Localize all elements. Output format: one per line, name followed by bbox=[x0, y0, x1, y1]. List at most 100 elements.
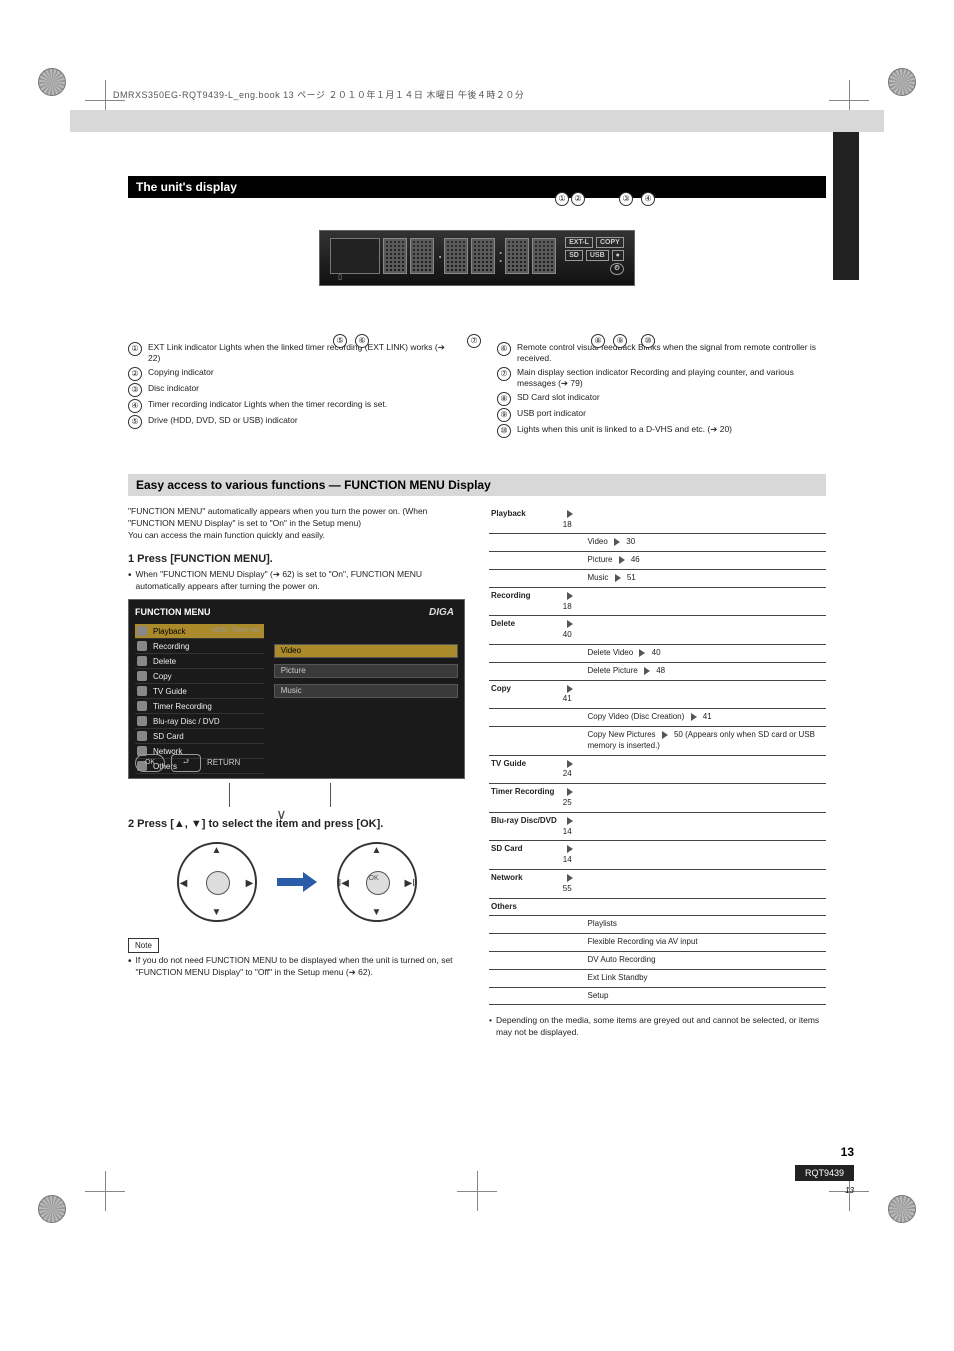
menu-item-sublabel: HDD: Timer rec. bbox=[191, 626, 262, 636]
disc-icon: ● bbox=[612, 250, 624, 261]
fm-key: TV Guide bbox=[489, 755, 561, 784]
final-note: Depending on the media, some items are g… bbox=[496, 1015, 826, 1039]
table-row: Copy Video (Disc Creation) 41 bbox=[489, 709, 826, 727]
table-row: Playback18 bbox=[489, 506, 826, 534]
menu-item-icon bbox=[137, 731, 147, 741]
fm-value bbox=[586, 506, 827, 534]
direction-pad-before: ▲ ▼ ◀ ▶ bbox=[177, 842, 257, 922]
fm-value bbox=[586, 755, 827, 784]
step2-note: If you do not need FUNCTION MENU to be d… bbox=[136, 955, 465, 979]
print-rosette bbox=[38, 1195, 66, 1223]
left-column: "FUNCTION MENU" automatically appears wh… bbox=[128, 506, 465, 1039]
fm-value: Picture 46 bbox=[586, 552, 827, 570]
page-root: DMRXS350EG-RQT9439-L_eng.book 13 ページ ２０１… bbox=[0, 0, 954, 1351]
fm-pageref: 18 bbox=[561, 587, 586, 616]
fm-key: Others bbox=[489, 898, 561, 916]
right-column: Playback18Video 30Picture 46Music 51Reco… bbox=[489, 506, 826, 1039]
menu-item[interactable]: Delete bbox=[135, 654, 264, 669]
fm-value: Copy Video (Disc Creation) 41 bbox=[586, 709, 827, 727]
table-row: Blu-ray Disc/DVD14 bbox=[489, 812, 826, 841]
up-arrow-icon: ▲ bbox=[372, 844, 382, 858]
table-row: Playlists bbox=[489, 916, 826, 934]
menu-option[interactable]: Picture bbox=[274, 664, 458, 678]
menu-item[interactable]: TV Guide bbox=[135, 684, 264, 699]
section-heading-functionmenu: Easy access to various functions — FUNCT… bbox=[128, 474, 826, 496]
menu-item-icon bbox=[137, 656, 147, 666]
menu-item[interactable]: Recording bbox=[135, 639, 264, 654]
menu-item[interactable]: Playback HDD: Timer rec. bbox=[135, 624, 264, 639]
diga-logo: DIGA bbox=[429, 606, 454, 620]
fm-key bbox=[489, 969, 561, 987]
fm-key: SD Card bbox=[489, 841, 561, 870]
table-row: Delete Picture 48 bbox=[489, 662, 826, 680]
left-arrow-icon: ◀ bbox=[179, 877, 189, 891]
file-stamp: DMRXS350EG-RQT9439-L_eng.book 13 ページ ２０１… bbox=[113, 88, 524, 101]
return-hint-label: RETURN bbox=[207, 757, 240, 768]
fm-value: Playlists bbox=[586, 916, 827, 934]
menu-item[interactable]: Timer Recording bbox=[135, 699, 264, 714]
fm-value: DV Auto Recording bbox=[586, 951, 827, 969]
table-row: TV Guide24 bbox=[489, 755, 826, 784]
fm-key: Playback bbox=[489, 506, 561, 534]
print-rosette bbox=[38, 68, 66, 96]
fm-pageref: 55 bbox=[561, 870, 586, 899]
fm-value bbox=[586, 898, 827, 916]
side-tab bbox=[833, 132, 859, 280]
down-arrow-icon: ▼ bbox=[372, 906, 382, 920]
sd-label: SD bbox=[565, 250, 583, 261]
table-row: Picture 46 bbox=[489, 552, 826, 570]
crop-mark bbox=[457, 1171, 497, 1211]
header-band bbox=[70, 110, 884, 132]
drive-indicator-box bbox=[330, 238, 380, 274]
copy-label: COPY bbox=[596, 237, 624, 248]
menu-option[interactable]: Music bbox=[274, 684, 458, 698]
fm-value bbox=[586, 680, 827, 709]
remote-feedback-icon: ▯ bbox=[338, 273, 342, 281]
function-menu-screenshot: FUNCTION MENU DIGA Playback HDD: Timer re… bbox=[128, 599, 465, 779]
legend-columns: ①EXT Link indicator Lights when the link… bbox=[128, 342, 826, 440]
fm-pageref: 18 bbox=[561, 506, 586, 534]
ok-label: OK bbox=[369, 874, 379, 884]
fm-key: Network bbox=[489, 870, 561, 899]
fm-value bbox=[586, 841, 827, 870]
menu-item-icon bbox=[137, 626, 147, 636]
table-row: Music 51 bbox=[489, 570, 826, 588]
fm-key bbox=[489, 662, 561, 680]
fm-value bbox=[586, 616, 827, 645]
main-two-columns: "FUNCTION MENU" automatically appears wh… bbox=[128, 506, 826, 1039]
menu-title: FUNCTION MENU bbox=[135, 606, 458, 619]
menu-item-icon bbox=[137, 701, 147, 711]
segment-digit bbox=[383, 238, 407, 274]
fm-key: Blu-ray Disc/DVD bbox=[489, 812, 561, 841]
print-rosette bbox=[888, 1195, 916, 1223]
fm-value: Video 30 bbox=[586, 534, 827, 552]
return-hint-icon: ⮐ bbox=[171, 754, 201, 772]
ok-hint-icon: OK bbox=[135, 754, 165, 772]
segment-digit bbox=[410, 238, 434, 274]
page-number: 13 bbox=[841, 1145, 854, 1159]
fm-key bbox=[489, 916, 561, 934]
legend-right: ⑥Remote control visual feedback Blinks w… bbox=[497, 342, 826, 440]
table-row: Flexible Recording via AV input bbox=[489, 934, 826, 952]
fm-pageref: 40 bbox=[561, 616, 586, 645]
fm-value bbox=[586, 784, 827, 813]
function-menu-table: Playback18Video 30Picture 46Music 51Reco… bbox=[489, 506, 826, 1006]
menu-item-icon bbox=[137, 686, 147, 696]
menu-item-icon bbox=[137, 716, 147, 726]
menu-item[interactable]: SD Card bbox=[135, 729, 264, 744]
side-label-group: EXT-L COPY SD USB ● ⏲ bbox=[565, 237, 624, 275]
table-row: Ext Link Standby bbox=[489, 969, 826, 987]
fm-pageref: 25 bbox=[561, 784, 586, 813]
menu-item-label: Playback bbox=[153, 626, 185, 637]
menu-item-label: SD Card bbox=[153, 731, 184, 742]
fm-value bbox=[586, 587, 827, 616]
table-row: Video 30 bbox=[489, 534, 826, 552]
note-badge: Note bbox=[128, 938, 159, 953]
menu-option[interactable]: Video bbox=[274, 644, 458, 658]
menu-item[interactable]: Copy bbox=[135, 669, 264, 684]
fm-value: Ext Link Standby bbox=[586, 969, 827, 987]
unit-display-panel: · : EXT-L COPY SD bbox=[319, 230, 635, 286]
segment-digit bbox=[444, 238, 468, 274]
menu-item[interactable]: Blu-ray Disc / DVD bbox=[135, 714, 264, 729]
bullet-icon: • bbox=[128, 955, 132, 979]
